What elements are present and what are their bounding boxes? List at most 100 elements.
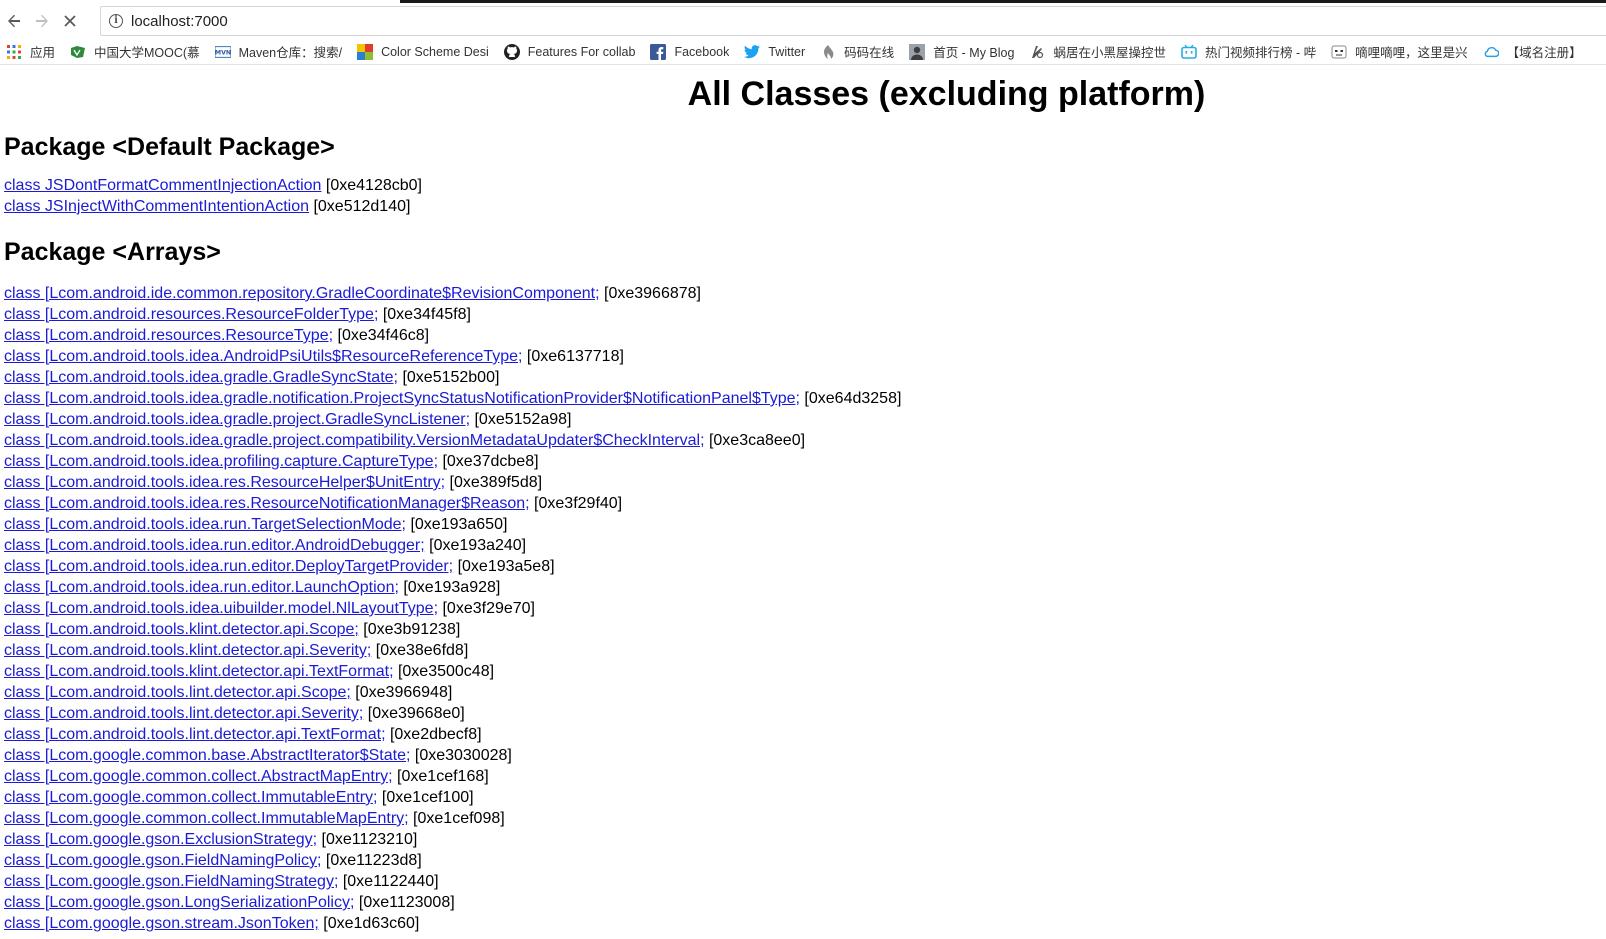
class-list-item: class [Lcom.android.tools.idea.res.Resou… (4, 472, 1606, 493)
class-list-arrays-package: class [Lcom.android.ide.common.repositor… (4, 283, 1606, 934)
snail-icon (1029, 44, 1045, 60)
class-list-item: class [Lcom.google.common.collect.Immuta… (4, 787, 1606, 808)
bookmark-bilibili[interactable]: 热门视频排行榜 - 哔 (1175, 39, 1325, 64)
bookmark-mama[interactable]: 码码在线 (814, 39, 903, 64)
class-list-item: class [Lcom.android.tools.lint.detector.… (4, 682, 1606, 703)
close-icon (64, 15, 76, 27)
class-list-item: class JSInjectWithCommentIntentionAction… (4, 196, 1606, 217)
class-link[interactable]: class [Lcom.android.tools.idea.res.Resou… (4, 495, 530, 512)
class-link[interactable]: class [Lcom.android.tools.idea.AndroidPs… (4, 348, 522, 365)
forward-arrow-icon (36, 14, 48, 28)
class-link[interactable]: class [Lcom.android.tools.idea.gradle.Gr… (4, 369, 398, 386)
class-list-item: class [Lcom.android.tools.idea.run.Targe… (4, 514, 1606, 535)
class-list-item: class [Lcom.android.resources.ResourceTy… (4, 325, 1606, 346)
class-link[interactable]: class [Lcom.google.gson.FieldNamingStrat… (4, 873, 338, 890)
class-link[interactable]: class [Lcom.android.tools.idea.gradle.pr… (4, 432, 705, 449)
class-list-item: class [Lcom.google.gson.FieldNamingPolic… (4, 850, 1606, 871)
class-address: [0xe3966878] (599, 285, 701, 302)
page-content: All Classes (excluding platform) Package… (0, 66, 1606, 939)
bookmark-mooc[interactable]: 中国大学MOOC(慕 (64, 39, 209, 64)
stop-loading-button[interactable] (56, 7, 84, 35)
bookmark-apps[interactable]: 应用 (0, 39, 64, 64)
class-address: [0xe3966948] (350, 684, 453, 701)
class-list-item: class [Lcom.android.tools.klint.detector… (4, 661, 1606, 682)
class-link[interactable]: class [Lcom.android.tools.idea.profiling… (4, 453, 438, 470)
class-link[interactable]: class [Lcom.android.tools.idea.run.edito… (4, 558, 453, 575)
bookmark-twitter[interactable]: Twitter (738, 39, 814, 64)
bookmark-color-scheme[interactable]: Color Scheme Desi (351, 39, 498, 64)
class-address: [0xe3030028] (410, 747, 512, 764)
class-list-item: class [Lcom.android.resources.ResourceFo… (4, 304, 1606, 325)
bookmark-github[interactable]: Features For collab (498, 39, 645, 64)
class-link[interactable]: class [Lcom.android.tools.lint.detector.… (4, 705, 363, 722)
color-scheme-icon (357, 43, 374, 60)
class-link[interactable]: class [Lcom.android.tools.idea.uibuilder… (4, 600, 438, 617)
class-link[interactable]: class [Lcom.google.gson.FieldNamingPolic… (4, 852, 321, 869)
class-address: [0xe389f5d8] (445, 474, 543, 491)
class-address: [0xe4128cb0] (321, 177, 422, 194)
class-address: [0xe3ca8ee0] (704, 432, 806, 449)
bookmark-dilidili[interactable]: 嘀哩嘀哩，这里是兴 (1325, 39, 1477, 64)
class-address: [0xe5152b00] (398, 369, 500, 386)
class-list-item: class [Lcom.google.gson.stream.JsonToken… (4, 913, 1606, 934)
class-address: [0xe37dcbe8] (438, 453, 539, 470)
class-address: [0xe38e6fd8] (371, 642, 469, 659)
class-list-item: class [Lcom.android.tools.idea.gradle.pr… (4, 430, 1606, 451)
class-link[interactable]: class [Lcom.android.tools.idea.res.Resou… (4, 474, 445, 491)
bookmark-label: Features For collab (527, 44, 636, 59)
apps-grid-icon (6, 44, 22, 60)
class-link[interactable]: class [Lcom.google.common.collect.Immuta… (4, 789, 377, 806)
class-address: [0xe1cef168] (392, 768, 489, 785)
class-link[interactable]: class [Lcom.android.tools.idea.run.edito… (4, 537, 425, 554)
address-bar-url[interactable]: localhost:7000 (131, 13, 228, 30)
class-link[interactable]: class [Lcom.android.tools.klint.detector… (4, 621, 359, 638)
class-link[interactable]: class [Lcom.google.common.base.AbstractI… (4, 747, 410, 764)
class-link[interactable]: class [Lcom.android.tools.idea.gradle.no… (4, 390, 800, 407)
class-link[interactable]: class [Lcom.android.resources.ResourceTy… (4, 327, 333, 344)
class-link[interactable]: class JSDontFormatCommentInjectionAction (4, 177, 321, 194)
class-link[interactable]: class [Lcom.android.tools.klint.detector… (4, 663, 394, 680)
site-info-icon[interactable]: i (109, 14, 123, 28)
class-link[interactable]: class [Lcom.android.tools.idea.run.Targe… (4, 516, 406, 533)
bookmark-snail[interactable]: 蜗居在小黑屋操控世 (1023, 39, 1175, 64)
class-list-item: class [Lcom.android.tools.idea.gradle.pr… (4, 409, 1606, 430)
back-button[interactable] (0, 7, 28, 35)
bookmark-facebook[interactable]: Facebook (644, 39, 738, 64)
class-list-item: class [Lcom.google.gson.LongSerializatio… (4, 892, 1606, 913)
page-title: All Classes (excluding platform) (687, 75, 1206, 113)
bookmark-label: Color Scheme Desi (381, 44, 489, 59)
class-link[interactable]: class [Lcom.google.gson.ExclusionStrateg… (4, 831, 317, 848)
class-list-item: class [Lcom.android.tools.idea.run.edito… (4, 535, 1606, 556)
class-link[interactable]: class JSInjectWithCommentIntentionAction (4, 198, 309, 215)
bookmark-my-blog[interactable]: 首页 - My Blog (903, 39, 1023, 64)
class-link[interactable]: class [Lcom.google.gson.stream.JsonToken… (4, 915, 319, 932)
bookmark-label: 首页 - My Blog (933, 46, 1015, 60)
class-address: [0xe34f45f8] (378, 306, 471, 323)
forward-button[interactable] (28, 7, 56, 35)
class-link[interactable]: class [Lcom.android.resources.ResourceFo… (4, 306, 378, 323)
bookmark-domain-register[interactable]: 【域名注册】 (1477, 39, 1591, 64)
class-list-item: class [Lcom.android.tools.lint.detector.… (4, 724, 1606, 745)
class-link[interactable]: class [Lcom.google.gson.LongSerializatio… (4, 894, 354, 911)
class-list-item: class [Lcom.android.tools.klint.detector… (4, 619, 1606, 640)
class-link[interactable]: class [Lcom.android.tools.idea.gradle.pr… (4, 411, 470, 428)
class-address: [0xe3f29e70] (438, 600, 535, 617)
class-address: [0xe11223d8] (321, 852, 422, 869)
class-link[interactable]: class [Lcom.google.common.collect.Abstra… (4, 768, 393, 785)
bookmark-label: 嘀哩嘀哩，这里是兴 (1355, 46, 1468, 60)
class-link[interactable]: class [Lcom.android.tools.klint.detector… (4, 642, 371, 659)
bilibili-icon (1181, 44, 1197, 60)
class-address: [0xe193a5e8] (453, 558, 555, 575)
class-link[interactable]: class [Lcom.android.tools.idea.run.edito… (4, 579, 399, 596)
class-link[interactable]: class [Lcom.android.tools.lint.detector.… (4, 726, 386, 743)
address-bar[interactable]: i localhost:7000 (100, 6, 1606, 36)
class-link[interactable]: class [Lcom.google.common.collect.Immuta… (4, 810, 409, 827)
bookmark-maven[interactable]: MVN Maven仓库：搜索/ (209, 39, 352, 64)
bookmark-label: 蜗居在小黑屋操控世 (1053, 46, 1166, 60)
class-link[interactable]: class [Lcom.android.ide.common.repositor… (4, 285, 600, 302)
class-list-item: class [Lcom.android.tools.idea.gradle.no… (4, 388, 1606, 409)
class-list-item: class [Lcom.android.tools.lint.detector.… (4, 703, 1606, 724)
bookmark-label: 中国大学MOOC(慕 (94, 46, 200, 60)
class-address: [0xe1123210] (317, 831, 418, 848)
class-link[interactable]: class [Lcom.android.tools.lint.detector.… (4, 684, 351, 701)
